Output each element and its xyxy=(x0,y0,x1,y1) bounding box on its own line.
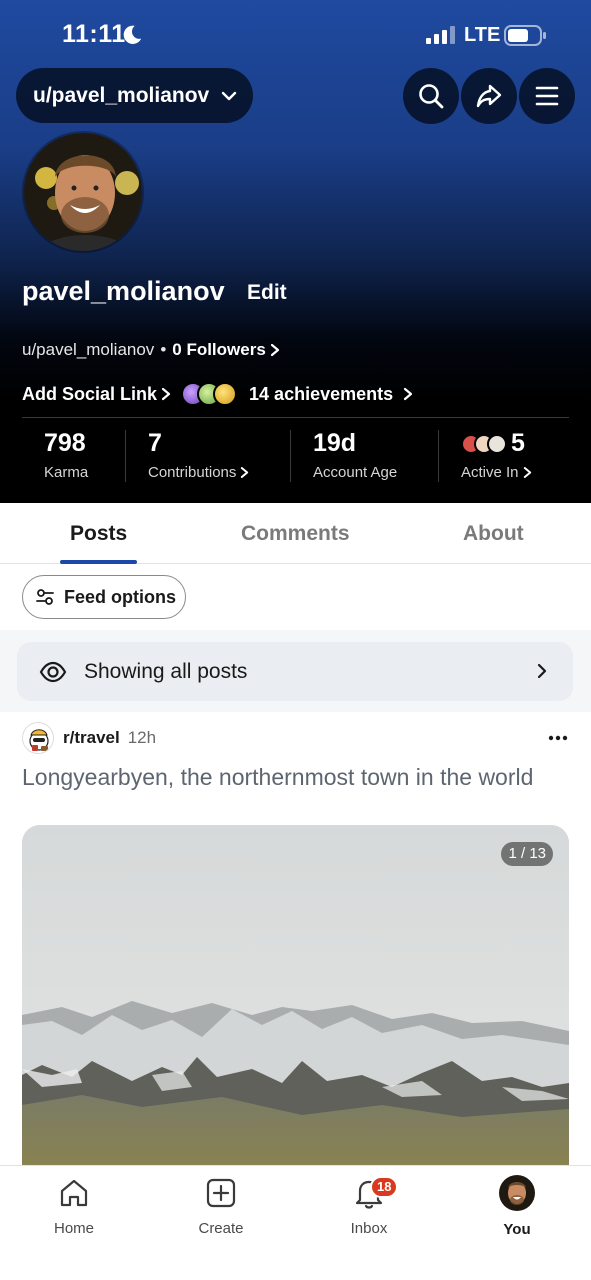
community-avatars xyxy=(461,433,507,454)
avatar xyxy=(499,1175,535,1211)
subreddit-name[interactable]: r/travel xyxy=(63,728,120,748)
sliders-icon xyxy=(36,589,54,605)
achievements-link[interactable]: 14 achievements xyxy=(249,384,413,405)
tab-about[interactable]: About xyxy=(463,522,524,546)
filter-label: Showing all posts xyxy=(84,659,248,683)
edit-profile-button[interactable]: Edit xyxy=(247,281,287,305)
chevron-right-icon xyxy=(523,467,531,478)
nav-label: Create xyxy=(198,1220,244,1237)
snoo-icon xyxy=(29,729,49,751)
eye-icon xyxy=(39,661,67,682)
nav-label: Home xyxy=(53,1220,94,1237)
stat-value: 19d xyxy=(313,429,357,457)
user-switcher-button[interactable]: u/pavel_molianov xyxy=(16,68,253,123)
stat-label: Active In xyxy=(461,464,519,481)
stat-value: 7 xyxy=(148,429,162,457)
status-bar: 11:11 LTE xyxy=(0,0,591,70)
profile-handle: u/pavel_molianov xyxy=(22,340,155,359)
followers-link[interactable]: 0 Followers xyxy=(172,340,280,360)
search-icon xyxy=(419,84,444,109)
nav-label: You xyxy=(503,1221,531,1238)
more-options-icon[interactable] xyxy=(547,726,569,750)
post-title[interactable]: Longyearbyen, the northernmost town in t… xyxy=(22,763,542,791)
signal-icon xyxy=(426,26,455,44)
stat-separator xyxy=(438,430,439,482)
stat-account-age: 19d Account Age xyxy=(313,429,397,481)
tab-comments[interactable]: Comments xyxy=(241,522,350,546)
stat-value: 798 xyxy=(44,429,86,457)
stat-value: 5 xyxy=(511,429,525,457)
share-icon xyxy=(476,84,502,108)
tab-posts[interactable]: Posts xyxy=(70,522,127,546)
user-switcher-label: u/pavel_molianov xyxy=(33,83,210,107)
menu-button[interactable] xyxy=(519,68,575,124)
chevron-right-icon xyxy=(537,663,547,679)
share-button[interactable] xyxy=(461,68,517,124)
post-photo xyxy=(22,825,569,1170)
achievement-badge-icon xyxy=(213,382,238,406)
avatar-photo xyxy=(24,133,142,251)
profile-avatar[interactable] xyxy=(22,131,144,253)
network-label: LTE xyxy=(464,24,501,46)
stats-divider xyxy=(22,417,569,418)
followers-label: 0 Followers xyxy=(172,340,266,359)
create-icon xyxy=(206,1178,236,1208)
subreddit-icon[interactable] xyxy=(22,722,54,754)
stat-value-row: 5 xyxy=(461,429,532,458)
feed-options-label: Feed options xyxy=(64,586,176,607)
stat-label-row: Active In xyxy=(461,464,532,481)
nav-you[interactable]: You xyxy=(467,1175,567,1238)
feed-options-button[interactable]: Feed options xyxy=(22,575,186,619)
nav-inbox[interactable]: 18 Inbox xyxy=(319,1176,419,1237)
nav-create[interactable]: Create xyxy=(171,1176,271,1237)
menu-icon xyxy=(535,86,559,106)
achievements-label: 14 achievements xyxy=(249,383,394,404)
nav-home[interactable]: Home xyxy=(24,1176,124,1237)
bottom-nav: Home Create 18 Inbox You xyxy=(0,1165,591,1280)
add-social-link-button[interactable]: Add Social Link xyxy=(22,384,171,405)
inbox-badge: 18 xyxy=(370,1176,399,1198)
stat-label: Karma xyxy=(44,464,89,481)
stat-label: Account Age xyxy=(313,464,398,481)
achievements-row: Add Social Link 14 achievements xyxy=(22,382,413,406)
search-button[interactable] xyxy=(403,68,459,124)
profile-tabs: Posts Comments About xyxy=(0,503,591,564)
active-tab-indicator xyxy=(60,560,137,564)
chevron-right-icon xyxy=(161,387,171,401)
home-icon xyxy=(60,1179,88,1207)
status-time: 11:11 xyxy=(62,20,126,48)
stat-label: Contributions xyxy=(148,464,237,481)
stat-karma: 798 Karma xyxy=(44,429,88,481)
profile-display-name: pavel_molianov xyxy=(22,276,225,306)
stat-separator xyxy=(290,430,291,482)
nav-label: Inbox xyxy=(350,1220,388,1237)
stat-label-row: Contributions xyxy=(148,464,249,481)
post-time: 12h xyxy=(127,728,157,747)
add-social-link-label: Add Social Link xyxy=(22,383,158,404)
post-image[interactable]: 1 / 13 xyxy=(22,825,569,1170)
stat-contributions[interactable]: 7 Contributions xyxy=(148,429,249,481)
chevron-right-icon xyxy=(270,343,279,357)
community-avatar-icon xyxy=(487,433,507,454)
chevron-right-icon xyxy=(241,467,249,478)
chevron-down-icon xyxy=(222,91,237,100)
profile-header: 11:11 LTE u/pavel_molianov pavel_moliano… xyxy=(0,0,591,503)
showing-all-posts-button[interactable]: Showing all posts xyxy=(17,642,573,701)
image-counter: 1 / 13 xyxy=(501,842,553,866)
achievement-badges[interactable] xyxy=(181,382,238,406)
post-header: r/travel 12h xyxy=(22,722,569,754)
profile-meta: u/pavel_molianov • 0 Followers xyxy=(22,340,280,360)
stat-separator xyxy=(125,430,126,482)
moon-icon xyxy=(123,25,142,44)
separator-dot: • xyxy=(160,340,167,359)
battery-icon xyxy=(504,25,546,46)
stat-active-in[interactable]: 5 Active In xyxy=(461,429,532,481)
chevron-right-icon xyxy=(404,387,413,401)
